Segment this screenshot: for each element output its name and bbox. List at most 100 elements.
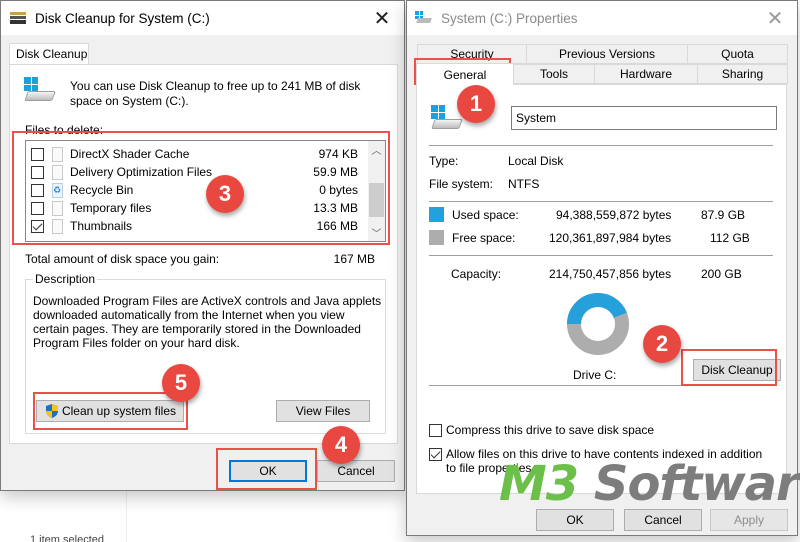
file-name: DirectX Shader Cache bbox=[70, 147, 190, 161]
view-files-button[interactable]: View Files bbox=[276, 400, 370, 422]
compress-option[interactable]: Compress this drive to save disk space bbox=[429, 423, 766, 437]
file-name: Temporary files bbox=[70, 201, 152, 215]
capacity-bytes: 214,750,457,856 bytes bbox=[549, 267, 672, 281]
m3-software-watermark: M3 Software bbox=[499, 456, 800, 512]
list-item[interactable]: Recycle Bin 0 bytes bbox=[26, 181, 366, 199]
clean-up-system-files-label: Clean up system files bbox=[61, 404, 177, 418]
drive-name-input[interactable] bbox=[511, 106, 777, 130]
scroll-down-arrow-icon[interactable]: ﹀ bbox=[368, 224, 385, 241]
tab-quota[interactable]: Quota bbox=[687, 44, 788, 64]
disk-cleanup-panel: You can use Disk Cleanup to free up to 2… bbox=[9, 64, 398, 444]
disk-cleanup-titlebar[interactable]: Disk Cleanup for System (C:) ✕ bbox=[1, 1, 404, 35]
file-size: 59.9 MB bbox=[313, 165, 358, 179]
uac-shield-icon bbox=[45, 404, 58, 418]
disk-cleanup-dialog: Disk Cleanup for System (C:) ✕ Disk Clea… bbox=[0, 0, 405, 491]
used-space-swatch bbox=[429, 207, 444, 222]
tab-disk-cleanup[interactable]: Disk Cleanup bbox=[9, 43, 89, 65]
scroll-thumb[interactable] bbox=[369, 183, 384, 217]
compress-label: Compress this drive to save disk space bbox=[446, 423, 655, 437]
file-size: 974 KB bbox=[318, 147, 358, 161]
tab-sharing[interactable]: Sharing bbox=[697, 64, 788, 84]
watermark-m3: M3 bbox=[499, 456, 579, 512]
file-icon bbox=[52, 200, 63, 216]
capacity-label: Capacity: bbox=[451, 267, 502, 281]
compress-checkbox[interactable] bbox=[429, 424, 442, 437]
separator bbox=[429, 145, 773, 146]
step-badge-4: 4 bbox=[322, 426, 360, 464]
tab-general[interactable]: General bbox=[416, 63, 514, 85]
drive-usage-donut-chart bbox=[567, 293, 629, 355]
free-space-bytes: 120,361,897,984 bytes bbox=[549, 231, 672, 245]
file-checkbox[interactable] bbox=[31, 183, 44, 197]
free-space-swatch bbox=[429, 230, 444, 245]
tab-tools[interactable]: Tools bbox=[513, 64, 595, 84]
file-name: Recycle Bin bbox=[70, 183, 134, 197]
used-space-bytes: 94,388,559,872 bytes bbox=[556, 208, 672, 222]
step-badge-2: 2 bbox=[643, 325, 681, 363]
separator bbox=[429, 385, 773, 386]
file-checkbox[interactable] bbox=[31, 201, 44, 215]
description-legend: Description bbox=[33, 272, 98, 286]
list-item[interactable]: Delivery Optimization Files 59.9 MB bbox=[26, 163, 366, 181]
file-size: 0 bytes bbox=[319, 183, 358, 197]
disk-cleanup-icon bbox=[10, 12, 26, 24]
watermark-software: Software bbox=[593, 456, 800, 512]
general-tab-panel: Type: Local Disk File system: NTFS Used … bbox=[416, 84, 787, 494]
cancel-button[interactable]: Cancel bbox=[624, 509, 702, 531]
file-icon bbox=[52, 146, 63, 162]
description-text: Downloaded Program Files are ActiveX con… bbox=[33, 294, 382, 350]
used-space-label: Used space: bbox=[452, 208, 519, 222]
file-system-value: NTFS bbox=[508, 177, 540, 191]
dialog-title: System (C:) Properties bbox=[441, 10, 578, 26]
free-space-label: Free space: bbox=[452, 231, 516, 245]
apply-button[interactable]: Apply bbox=[710, 509, 788, 531]
file-checkbox[interactable] bbox=[31, 165, 44, 179]
file-icon bbox=[52, 164, 63, 180]
step-badge-5: 5 bbox=[162, 364, 200, 402]
tab-previous-versions[interactable]: Previous Versions bbox=[526, 44, 688, 64]
background-status-text: 1 item selected bbox=[30, 534, 104, 542]
ok-button[interactable]: OK bbox=[229, 460, 307, 482]
file-size: 166 MB bbox=[316, 219, 358, 233]
type-value: Local Disk bbox=[508, 154, 564, 168]
file-system-label: File system: bbox=[429, 177, 494, 191]
file-name: Thumbnails bbox=[70, 219, 133, 233]
file-icon bbox=[52, 218, 63, 234]
file-checkbox[interactable] bbox=[31, 147, 44, 161]
total-gain-label: Total amount of disk space you gain: bbox=[25, 252, 220, 266]
drive-icon bbox=[24, 77, 58, 107]
tab-security[interactable]: Security bbox=[417, 44, 527, 64]
step-badge-3: 3 bbox=[206, 175, 244, 213]
separator bbox=[429, 255, 773, 256]
list-item[interactable]: DirectX Shader Cache 974 KB bbox=[26, 145, 366, 163]
close-icon: ✕ bbox=[766, 7, 784, 30]
file-checkbox[interactable] bbox=[31, 219, 44, 233]
file-size: 13.3 MB bbox=[313, 201, 358, 215]
close-button[interactable]: ✕ bbox=[360, 1, 404, 35]
scroll-up-arrow-icon[interactable]: ︿ bbox=[368, 141, 385, 158]
drive-icon bbox=[415, 11, 433, 25]
intro-text: You can use Disk Cleanup to free up to 2… bbox=[70, 79, 361, 108]
drive-label: Drive C: bbox=[573, 368, 617, 382]
files-to-delete-label: Files to delete: bbox=[25, 123, 104, 137]
cancel-button[interactable]: Cancel bbox=[317, 460, 395, 482]
properties-titlebar[interactable]: System (C:) Properties ✕ bbox=[407, 1, 797, 35]
capacity-gb: 200 GB bbox=[701, 267, 742, 281]
separator bbox=[429, 201, 773, 202]
total-gain-value: 167 MB bbox=[333, 252, 375, 266]
ok-button[interactable]: OK bbox=[536, 509, 614, 531]
free-space-gb: 112 GB bbox=[710, 231, 750, 245]
tab-hardware[interactable]: Hardware bbox=[594, 64, 698, 84]
close-button[interactable]: ✕ bbox=[753, 1, 797, 35]
recycle-bin-icon bbox=[52, 182, 63, 198]
dialog-title: Disk Cleanup for System (C:) bbox=[35, 10, 210, 26]
list-item[interactable]: Thumbnails 166 MB bbox=[26, 217, 366, 235]
file-name: Delivery Optimization Files bbox=[70, 165, 213, 179]
disk-cleanup-button[interactable]: Disk Cleanup bbox=[693, 359, 781, 381]
description-group: Description Downloaded Program Files are… bbox=[25, 272, 386, 434]
used-space-gb: 87.9 GB bbox=[701, 208, 746, 222]
index-checkbox[interactable] bbox=[429, 448, 442, 461]
list-scrollbar[interactable]: ︿ ﹀ bbox=[368, 141, 385, 241]
clean-up-system-files-button[interactable]: Clean up system files bbox=[36, 400, 184, 422]
list-item[interactable]: Temporary files 13.3 MB bbox=[26, 199, 366, 217]
